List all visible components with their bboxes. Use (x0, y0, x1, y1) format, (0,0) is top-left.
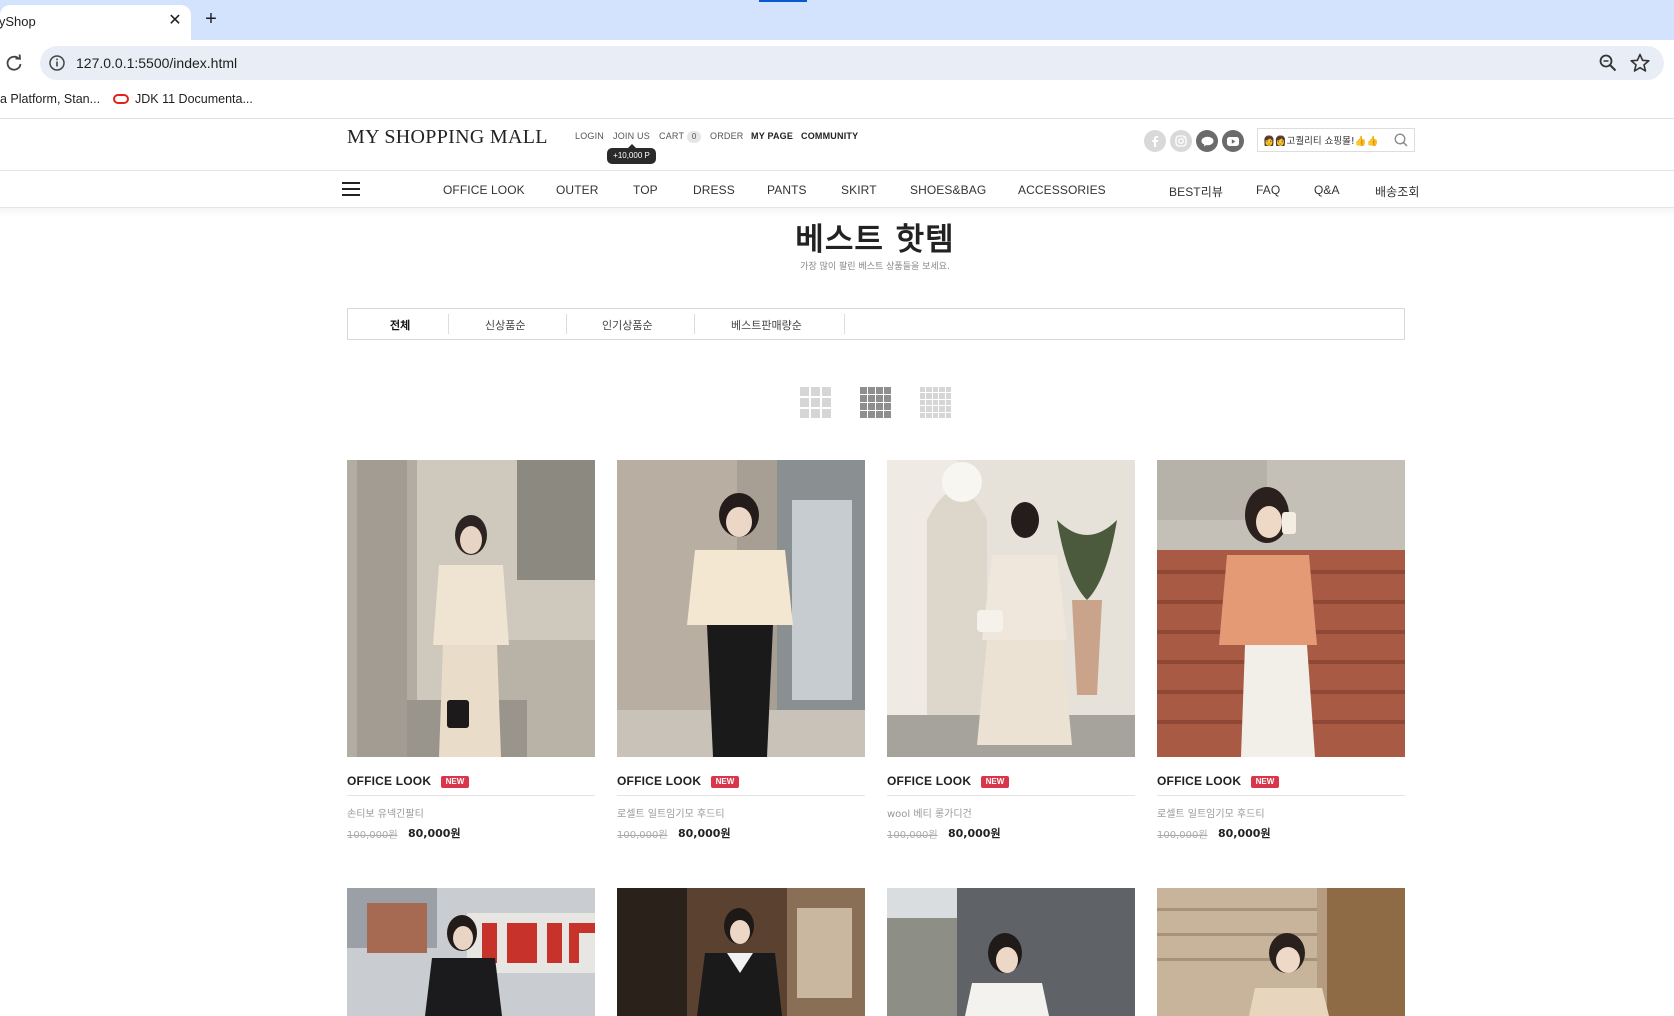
grid-4-columns-icon[interactable] (860, 387, 891, 418)
facebook-icon[interactable] (1144, 130, 1166, 152)
card-divider (347, 795, 595, 796)
product-photo[interactable] (617, 888, 865, 1016)
tab-close-icon[interactable]: ✕ (167, 11, 183, 31)
card-divider (617, 795, 865, 796)
kakaotalk-icon[interactable] (1196, 130, 1218, 152)
bookmark-jdk[interactable]: JDK 11 Documenta... (113, 92, 253, 106)
product-photo[interactable] (347, 460, 595, 757)
join-link[interactable]: JOIN US (613, 131, 650, 141)
sale-price: 80,000원 (408, 827, 461, 840)
product-photo[interactable] (347, 888, 595, 1016)
sale-price: 80,000원 (948, 827, 1001, 840)
section-title: 베스트 핫템 (795, 222, 955, 258)
mypage-link[interactable]: MY PAGE (751, 131, 793, 141)
instagram-icon[interactable] (1170, 130, 1192, 152)
sale-price: 80,000원 (678, 827, 731, 840)
card-divider (887, 795, 1135, 796)
nav-qna[interactable]: Q&A (1314, 183, 1340, 197)
product-photo[interactable] (887, 460, 1135, 757)
section-subtitle: 가장 많이 팔린 베스트 상품들을 보세요. (800, 262, 950, 272)
category-office-look[interactable]: OFFICE LOOK (443, 183, 525, 197)
nav-best-review[interactable]: BEST리뷰 (1169, 183, 1223, 200)
original-price: 100,000원 (887, 830, 938, 841)
cart-link[interactable]: CART 0 (659, 131, 702, 143)
nav-delivery-tracking[interactable]: 배송조회 (1375, 183, 1420, 200)
nav-faq[interactable]: FAQ (1256, 183, 1280, 197)
sort-divider (844, 314, 845, 334)
category-outer[interactable]: OUTER (556, 183, 599, 197)
header-divider (0, 170, 1674, 171)
youtube-icon[interactable] (1222, 130, 1244, 152)
new-badge: NEW (711, 776, 739, 788)
original-price: 100,000원 (617, 830, 668, 841)
search-input[interactable] (1263, 131, 1387, 149)
site-info-icon[interactable] (48, 54, 66, 72)
product-name[interactable]: 로셀트 일트임기모 후드티 (617, 805, 725, 820)
address-bar[interactable] (40, 46, 1664, 80)
product-category: OFFICE LOOK (1157, 774, 1242, 788)
category-accessories[interactable]: ACCESSORIES (1018, 183, 1106, 197)
product-name[interactable]: 손티보 유넥긴팔티 (347, 805, 424, 820)
tab-title: MyShop (0, 14, 36, 29)
community-link[interactable]: COMMUNITY (801, 131, 858, 141)
original-price: 100,000원 (1157, 830, 1208, 841)
url-text[interactable]: 127.0.0.1:5500/index.html (76, 55, 237, 71)
product-name[interactable]: wool 베티 롱가디건 (887, 805, 972, 820)
product-category: OFFICE LOOK (617, 774, 702, 788)
search-icon[interactable] (1393, 132, 1409, 148)
product-name[interactable]: 로셀트 일트임기모 후드티 (1157, 805, 1265, 820)
order-link[interactable]: ORDER (710, 131, 744, 141)
new-badge: NEW (1251, 776, 1279, 788)
sort-tab-popular[interactable]: 인기상품순 (602, 317, 653, 333)
original-price: 100,000원 (347, 830, 398, 841)
product-photo[interactable] (1157, 888, 1405, 1016)
category-shoes-bag[interactable]: SHOES&BAG (910, 183, 986, 197)
cart-label: CART (659, 131, 685, 141)
product-category: OFFICE LOOK (887, 774, 972, 788)
browser-tab[interactable]: MyShop ✕ (0, 5, 191, 40)
zoom-icon[interactable] (1598, 53, 1618, 73)
grid-5-columns-icon[interactable] (920, 387, 951, 418)
join-point-tooltip: +10,000 P (607, 144, 656, 164)
sort-divider (448, 314, 449, 334)
tab-strip-indicator (759, 0, 807, 2)
category-dress[interactable]: DRESS (693, 183, 735, 197)
product-photo[interactable] (617, 460, 865, 757)
site-logo[interactable]: MY SHOPPING MALL (347, 126, 548, 149)
sort-tab-newest[interactable]: 신상품순 (485, 317, 525, 333)
product-photo[interactable] (1157, 460, 1405, 757)
sort-tab-best-sales[interactable]: 베스트판매량순 (731, 317, 802, 333)
reload-icon[interactable] (4, 53, 24, 73)
bookmark-star-icon[interactable] (1629, 52, 1651, 74)
product-category: OFFICE LOOK (347, 774, 432, 788)
sort-divider (694, 314, 695, 334)
sale-price: 80,000원 (1218, 827, 1271, 840)
new-tab-icon[interactable]: + (200, 8, 222, 32)
sort-divider (566, 314, 567, 334)
hamburger-menu-icon[interactable] (342, 182, 360, 198)
category-skirt[interactable]: SKIRT (841, 183, 877, 197)
bookmark-platform[interactable]: a Platform, Stan... (0, 92, 100, 106)
browser-tab-strip: MyShop ✕ + (0, 0, 1674, 40)
login-link[interactable]: LOGIN (575, 131, 604, 141)
new-badge: NEW (981, 776, 1009, 788)
card-divider (1157, 795, 1405, 796)
new-badge: NEW (441, 776, 469, 788)
grid-3-columns-icon[interactable] (800, 387, 831, 418)
cart-count-badge: 0 (687, 131, 702, 143)
bookmark-jdk-label: JDK 11 Documenta... (135, 92, 253, 106)
sort-tab-all[interactable]: 전체 (390, 317, 410, 333)
category-top[interactable]: TOP (633, 183, 658, 197)
oracle-icon (113, 94, 129, 104)
category-pants[interactable]: PANTS (767, 183, 807, 197)
product-photo[interactable] (887, 888, 1135, 1016)
